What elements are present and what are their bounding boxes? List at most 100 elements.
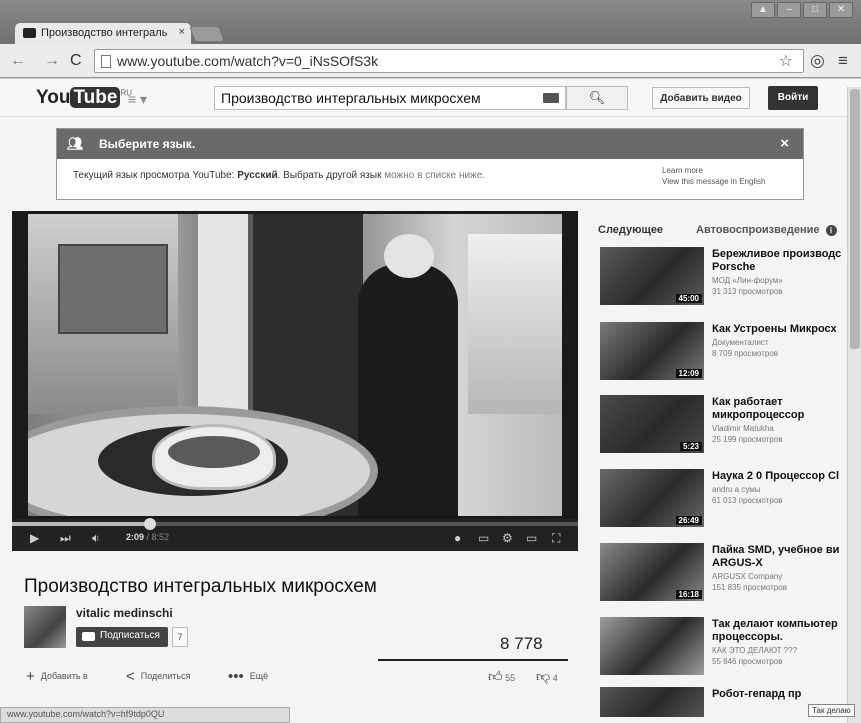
more-button[interactable]: ••• Ещё xyxy=(228,668,268,685)
logo-you: You xyxy=(36,87,71,108)
search-button[interactable]: 🔍︎ xyxy=(566,86,628,110)
channel-name[interactable]: vitalic medinschi xyxy=(76,606,173,620)
video-player[interactable]: ▶ ⏭ 🔉︎ 2:09 / 8:52 ● ▭ ⚙ ▭ ⛶ xyxy=(12,211,578,551)
related-video-title[interactable]: Как Устроены Микросх xyxy=(712,323,846,336)
search-input[interactable]: Производство интергальных микросхем xyxy=(214,86,566,110)
related-video-title-line2: процессоры. xyxy=(712,631,783,643)
related-video-duration: 5:23 xyxy=(679,442,702,451)
add-to-button[interactable]: + Добавить в xyxy=(26,668,88,685)
channel-avatar[interactable] xyxy=(24,606,66,648)
learn-more-link[interactable]: Learn more xyxy=(662,165,765,176)
scrollbar-thumb[interactable] xyxy=(850,89,860,349)
related-video-thumbnail[interactable]: 26:49 xyxy=(600,469,704,527)
view-english-link[interactable]: View this message in English xyxy=(662,176,765,187)
language-banner: 👥︎ Выберите язык. × Текущий язык просмот… xyxy=(56,128,804,200)
related-video-channel: Документалист xyxy=(712,338,769,347)
next-icon[interactable]: ⏭ xyxy=(60,531,71,546)
tab-close-icon[interactable]: × xyxy=(179,26,185,38)
language-banner-close-icon[interactable]: × xyxy=(780,135,789,152)
address-bar[interactable]: www.youtube.com/watch?v=0_iNsSOfS3k ☆ xyxy=(94,49,804,73)
video-panel-door xyxy=(198,214,248,434)
signin-button[interactable]: Войти xyxy=(768,86,818,110)
like-button[interactable]: 👍︎ 55 xyxy=(488,668,515,685)
related-video-title-line2: ARGUS-X xyxy=(712,557,763,569)
autoplay-toggle[interactable]: Автовоспроизведение i xyxy=(696,224,837,236)
related-video-item[interactable]: 45:00 Бережливое производс Porsche МОД «Лин… xyxy=(598,247,848,309)
time-total: / 8:52 xyxy=(144,532,170,542)
time-display: 2:09 / 8:52 xyxy=(126,532,169,542)
close-window-icon[interactable]: ✕ xyxy=(829,2,853,18)
related-video-title[interactable]: Так делают компьютер процессоры. xyxy=(712,618,846,644)
related-video-thumbnail[interactable]: 16:18 xyxy=(600,543,704,601)
fullscreen-icon[interactable]: ⛶ xyxy=(552,531,560,546)
progress-knob[interactable] xyxy=(143,518,156,530)
related-video-thumbnail[interactable]: 5:23 xyxy=(600,395,704,453)
info-icon[interactable]: i xyxy=(825,225,837,236)
new-tab-button[interactable] xyxy=(189,26,225,42)
reload-icon[interactable]: C xyxy=(70,52,82,70)
progress-bar[interactable] xyxy=(12,518,578,530)
upload-button[interactable]: Добавить видео xyxy=(652,87,750,109)
menu-icon[interactable]: ≡ xyxy=(838,51,848,71)
related-video-title[interactable]: Робот-гепард пр xyxy=(712,688,846,701)
minimize-icon[interactable]: – xyxy=(777,2,801,18)
keyboard-icon[interactable] xyxy=(543,93,559,103)
bookmark-star-icon[interactable]: ☆ xyxy=(779,51,793,71)
video-bowl-chips xyxy=(168,436,260,468)
status-bar-url: www.youtube.com/watch?v=hf9tdp0QU xyxy=(0,707,290,723)
forward-icon[interactable]: → xyxy=(44,52,60,70)
video-worker-cap xyxy=(384,234,434,278)
subscribe-button[interactable]: Подписаться xyxy=(76,627,168,647)
language-text-before: Текущий язык просмотра YouTube: xyxy=(73,170,238,181)
video-frame[interactable] xyxy=(28,214,562,516)
related-video-title[interactable]: Бережливое производс Porsche xyxy=(712,248,846,274)
related-video-channel: andru a сумы xyxy=(712,485,761,494)
related-video-thumbnail[interactable]: 45:00 xyxy=(600,247,704,305)
related-video-item[interactable]: 12:09 Как Устроены Микросх Документалист 8 … xyxy=(598,322,848,384)
related-video-thumbnail[interactable]: 12:09 xyxy=(600,322,704,380)
related-video-item[interactable]: 16:18 Пайка SMD, учебное ви ARGUS-X ARGUSX … xyxy=(598,543,848,605)
back-icon[interactable]: ← xyxy=(10,52,26,70)
related-video-duration: 45:00 xyxy=(675,294,702,303)
search-value: Производство интергальных микросхем xyxy=(221,90,481,106)
page-scrollbar[interactable] xyxy=(847,87,861,723)
language-banner-heading: Выберите язык. xyxy=(99,137,196,151)
language-banner-header: 👥︎ Выберите язык. × xyxy=(57,129,803,159)
more-label: Ещё xyxy=(249,671,269,681)
related-video-item[interactable]: 5:23 Как работает микропроцессор Vladimir M… xyxy=(598,395,848,457)
browser-tab[interactable]: Производство интеграль × xyxy=(14,22,192,44)
language-text-muted: можно в списке ниже. xyxy=(384,170,486,181)
more-dots-icon: ••• xyxy=(228,668,244,685)
related-video-title[interactable]: Как работает микропроцессор xyxy=(712,396,846,422)
theater-mode-icon[interactable]: ▭ xyxy=(526,531,537,545)
related-video-title-line2: Porsche xyxy=(712,261,756,273)
related-video-views: 55 846 просмотров xyxy=(712,657,783,666)
share-button[interactable]: < Поделиться xyxy=(126,668,190,685)
window-controls: ▲ – □ ✕ xyxy=(751,2,853,18)
related-video-item[interactable]: 26:49 Наука 2 0 Процессор Cl andru a сумы 6… xyxy=(598,469,848,531)
related-video-item[interactable]: Так делают компьютер процессоры. КАК ЭТО Д… xyxy=(598,617,848,679)
related-video-thumbnail[interactable] xyxy=(600,617,704,675)
dislike-button[interactable]: 👎︎ 4 xyxy=(536,668,558,685)
related-video-thumbnail[interactable] xyxy=(600,687,704,717)
related-video-views: 25 199 просмотров xyxy=(712,435,783,444)
watch-later-icon[interactable]: ● xyxy=(454,531,461,545)
related-video-title-line2: микропроцессор xyxy=(712,409,805,421)
youtube-logo[interactable]: You Tube RU xyxy=(36,87,132,109)
play-icon[interactable]: ▶ xyxy=(30,531,39,545)
user-icon[interactable]: ▲ xyxy=(751,2,775,18)
related-video-title[interactable]: Наука 2 0 Процессор Cl xyxy=(712,470,846,483)
guide-menu-icon[interactable]: ≡ ▾ xyxy=(128,91,147,108)
share-label: Поделиться xyxy=(140,671,191,681)
related-video-title-line1: Пайка SMD, учебное ви xyxy=(712,544,840,556)
captions-icon[interactable]: ▭ xyxy=(478,531,489,545)
related-video-title[interactable]: Пайка SMD, учебное ви ARGUS-X xyxy=(712,544,846,570)
related-video-title-line1: Как Устроены Микросх xyxy=(712,323,837,335)
logo-tube: Tube xyxy=(70,87,121,108)
video-equipment xyxy=(58,244,168,334)
maximize-icon[interactable]: □ xyxy=(803,2,827,18)
settings-gear-icon[interactable]: ⚙ xyxy=(502,531,513,545)
current-language: Русский xyxy=(237,170,278,181)
extension-icon[interactable]: ◎ xyxy=(810,51,825,71)
volume-icon[interactable]: 🔉︎ xyxy=(92,531,100,546)
